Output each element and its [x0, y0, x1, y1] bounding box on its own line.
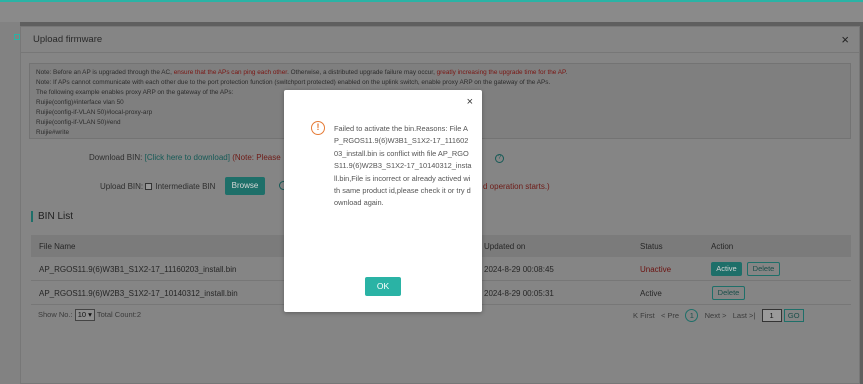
delete-button[interactable]: Delete	[747, 262, 780, 276]
row-file-name: AP_RGOS11.9(6)W2B3_S1X2-17_10140312_inst…	[39, 289, 238, 298]
total-count: Total Count:2	[96, 310, 142, 319]
col-action: Action	[711, 242, 734, 251]
note-line-2: Note: If APs cannot communicate with eac…	[36, 79, 551, 86]
page-number-input[interactable]: 1	[761, 309, 782, 322]
row-file-name: AP_RGOS11.9(6)W3B1_S1X2-17_11160203_inst…	[39, 265, 237, 274]
go-button[interactable]: GO	[783, 309, 804, 322]
intermediate-bin-checkbox[interactable]	[145, 183, 153, 190]
row-status: Active	[640, 289, 662, 298]
upload-bin-row: Upload BIN: Intermediate BIN	[100, 182, 215, 191]
warning-icon: !	[311, 121, 325, 135]
left-strip	[0, 22, 20, 384]
current-page[interactable]: 1	[685, 309, 699, 322]
help-icon[interactable]: ?	[495, 154, 504, 163]
download-note: (Note: Please	[232, 153, 281, 162]
prev-page-link[interactable]: < Pre	[661, 311, 679, 320]
upload-warning: d operation starts.)	[483, 182, 550, 191]
pagination: K First < Pre 1 Next > Last >| 1 GO	[633, 309, 804, 322]
bin-list-title: BIN List	[31, 211, 73, 222]
top-bar	[0, 0, 863, 22]
page-size-select[interactable]: 10 ▾	[74, 309, 95, 321]
dialog-title: Upload firmware	[21, 27, 859, 53]
activate-button[interactable]: Active	[711, 262, 742, 276]
col-updated: Updated on	[484, 242, 526, 251]
note-line-1: Note: Before an AP is upgraded through t…	[36, 69, 568, 76]
next-page-link[interactable]: Next >	[705, 311, 727, 320]
col-file-name: File Name	[39, 242, 76, 251]
delete-button[interactable]: Delete	[712, 286, 745, 300]
row-updated: 2024-8-29 00:08:45	[484, 265, 554, 274]
row-status: Unactive	[640, 265, 672, 274]
download-link[interactable]: [Click here to download]	[145, 153, 230, 162]
intermediate-bin-label: Intermediate BIN	[155, 182, 216, 191]
ok-button[interactable]: OK	[365, 277, 401, 296]
error-modal: × ! Failed to activate the bin.Reasons: …	[284, 90, 482, 312]
col-status: Status	[640, 242, 663, 251]
dialog-close-icon[interactable]: ×	[841, 32, 849, 47]
download-bin-row: Download BIN: [Click here to download] (…	[89, 153, 281, 162]
page-size-control: Show No.: 10 ▾ Total Count:2	[38, 309, 141, 321]
row-updated: 2024-8-29 00:05:31	[484, 289, 554, 298]
download-bin-label: Download BIN:	[89, 153, 143, 162]
show-no-label: Show No.:	[38, 310, 73, 319]
modal-close-icon[interactable]: ×	[467, 96, 473, 108]
upload-bin-label: Upload BIN:	[100, 182, 144, 191]
last-page-link[interactable]: Last >|	[733, 311, 756, 320]
error-message: Failed to activate the bin.Reasons: File…	[334, 124, 472, 208]
browse-button[interactable]: Browse	[225, 177, 265, 195]
first-page-link[interactable]: K First	[633, 311, 655, 320]
